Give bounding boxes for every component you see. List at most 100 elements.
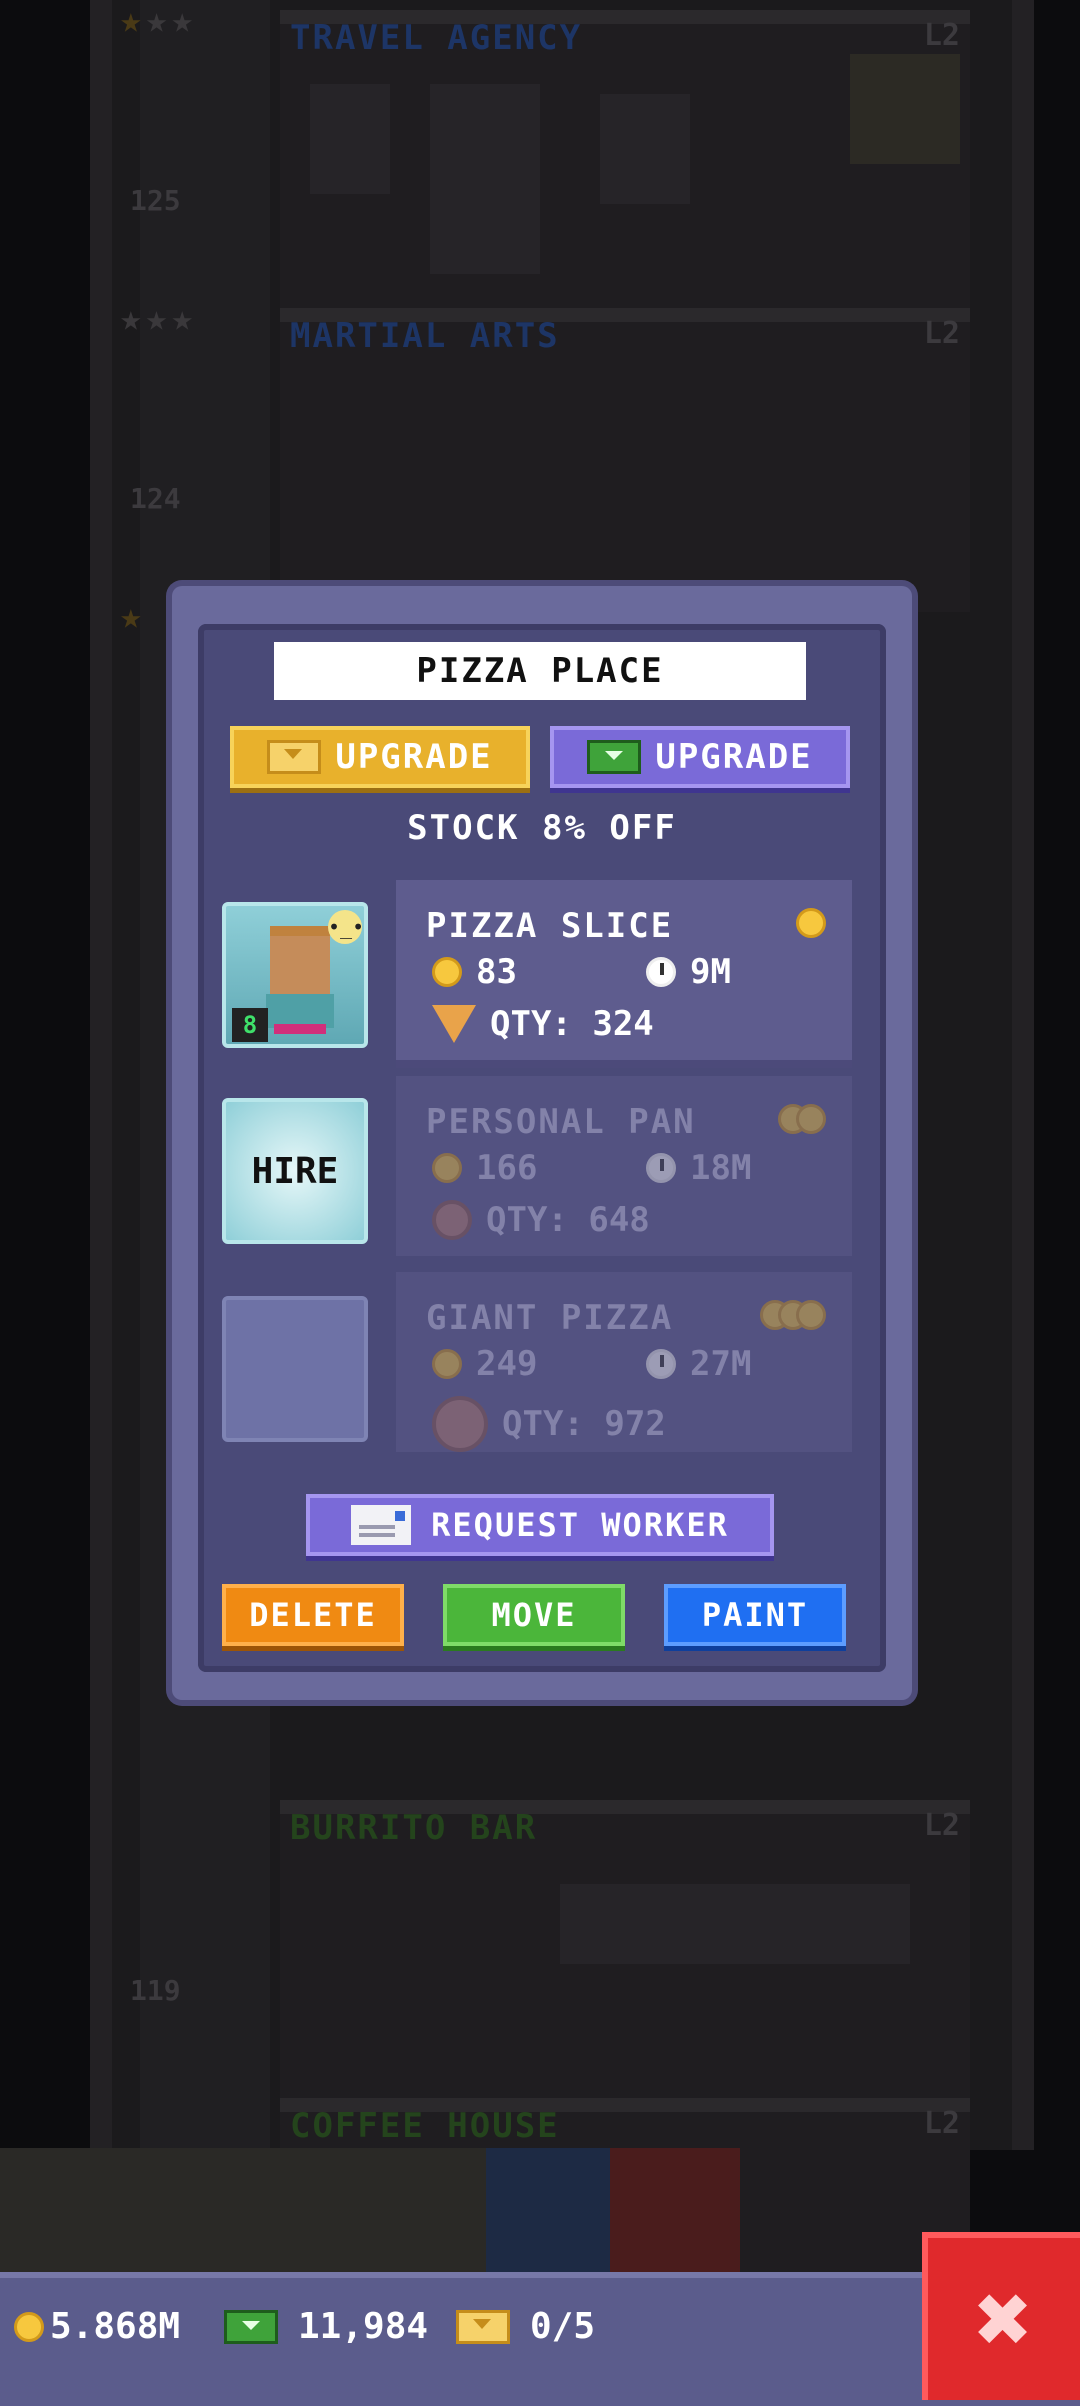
product-cost: 166 bbox=[432, 1148, 537, 1188]
product-cost: 249 bbox=[432, 1344, 537, 1384]
floor-stars: ★ bbox=[120, 596, 146, 637]
neutral-face-icon: •_• bbox=[328, 910, 364, 944]
paint-label: PAINT bbox=[701, 1596, 809, 1634]
coin-icon bbox=[14, 2311, 44, 2342]
currency-hud: 5.868M 11,984 0/5 bbox=[0, 2272, 1080, 2406]
coins-value: 5.868M bbox=[50, 2306, 181, 2347]
upgrade-coins-button[interactable]: UPGRADE bbox=[230, 726, 530, 788]
product-time-value: 18M bbox=[690, 1148, 752, 1188]
worker-slot-empty[interactable] bbox=[222, 1296, 368, 1442]
product-time-value: 9M bbox=[690, 952, 731, 992]
letter-icon bbox=[351, 1505, 412, 1545]
floor-burrito-bar: BURRITO BAR L2 119 bbox=[130, 1800, 970, 2104]
floor-name: MARTIAL ARTS bbox=[290, 316, 560, 356]
worker-slot-1[interactable]: •_• 8 bbox=[222, 902, 368, 1048]
coin-icon bbox=[796, 1104, 826, 1134]
clock-icon bbox=[646, 1153, 676, 1183]
golden-ticket-icon bbox=[456, 2309, 510, 2344]
coin-icon bbox=[796, 1300, 826, 1330]
product-cost: 83 bbox=[432, 952, 517, 992]
coin-icon bbox=[432, 1153, 462, 1183]
product-cost-value: 166 bbox=[476, 1148, 538, 1188]
floor-name: COFFEE HOUSE bbox=[290, 2106, 560, 2146]
worker-avatar-body bbox=[266, 994, 334, 1028]
coin-icon bbox=[432, 1349, 462, 1379]
floor-level: L2 bbox=[923, 2106, 960, 2141]
floor-stars: ★★★ bbox=[120, 298, 198, 339]
floor-decor bbox=[850, 54, 960, 164]
tickets-value: 0/5 bbox=[530, 2306, 596, 2347]
coin-icon bbox=[796, 908, 826, 938]
giant-pizza-icon bbox=[432, 1396, 488, 1452]
product-time: 9M bbox=[646, 952, 731, 992]
request-worker-button[interactable]: REQUEST WORKER bbox=[306, 1494, 774, 1556]
product-cost-value: 249 bbox=[476, 1344, 538, 1384]
floor-number: 125 bbox=[130, 184, 181, 217]
product-tier bbox=[760, 1300, 826, 1330]
worker-avatar-legs bbox=[274, 1024, 326, 1034]
close-icon: ✖ bbox=[975, 2263, 1033, 2375]
product-time: 27M bbox=[646, 1344, 751, 1384]
product-name: PIZZA SLICE bbox=[426, 906, 674, 946]
worker-avatar bbox=[270, 936, 330, 994]
hire-slot-button[interactable]: HIRE bbox=[222, 1098, 368, 1244]
toolbar-faded bbox=[486, 2148, 610, 2272]
hud-coins: 5.868M bbox=[14, 2306, 180, 2347]
hud-tickets: 0/5 bbox=[456, 2306, 595, 2347]
product-name: GIANT PIZZA bbox=[426, 1298, 674, 1338]
product-qty-value: QTY: 324 bbox=[490, 1004, 654, 1044]
paint-button[interactable]: PAINT bbox=[664, 1584, 846, 1646]
product-name: PERSONAL PAN bbox=[426, 1102, 696, 1142]
toolbar-faded bbox=[610, 2148, 740, 2272]
coin-icon bbox=[432, 957, 462, 987]
upgrade-bux-button[interactable]: UPGRADE bbox=[550, 726, 850, 788]
room-title: PIZZA PLACE bbox=[274, 642, 806, 700]
floor-decor bbox=[430, 84, 540, 274]
floor-decor bbox=[310, 84, 390, 194]
toolbar-faded bbox=[0, 2148, 486, 2272]
upgrade-coins-label: UPGRADE bbox=[335, 737, 493, 777]
hire-label: HIRE bbox=[251, 1150, 339, 1192]
clock-icon bbox=[646, 957, 676, 987]
floor-level: L2 bbox=[923, 316, 960, 351]
tower-bux-icon bbox=[587, 740, 642, 774]
floor-level: L2 bbox=[923, 18, 960, 53]
delete-button[interactable]: DELETE bbox=[222, 1584, 404, 1646]
floor-name: TRAVEL AGENCY bbox=[290, 18, 583, 58]
product-qty: QTY: 648 bbox=[432, 1200, 650, 1240]
stock-discount-text: STOCK 8% OFF bbox=[407, 808, 677, 848]
product-card-pizza-slice[interactable]: PIZZA SLICE 83 9M QTY: 324 bbox=[396, 880, 852, 1068]
product-qty-value: QTY: 972 bbox=[502, 1404, 666, 1444]
product-card-giant-pizza[interactable]: GIANT PIZZA 249 27M QTY: 972 bbox=[396, 1272, 852, 1460]
upgrade-bux-label: UPGRADE bbox=[655, 737, 813, 777]
pizza-slice-icon bbox=[432, 1005, 476, 1043]
product-tier bbox=[778, 1104, 826, 1134]
floor-decor bbox=[600, 94, 690, 204]
golden-ticket-icon bbox=[267, 740, 322, 774]
floor-decor bbox=[560, 1884, 910, 1964]
product-qty-value: QTY: 648 bbox=[486, 1200, 650, 1240]
product-time: 18M bbox=[646, 1148, 751, 1188]
close-button[interactable]: ✖ bbox=[922, 2232, 1080, 2400]
floor-stars: ★★★ bbox=[120, 0, 198, 41]
request-worker-label: REQUEST WORKER bbox=[431, 1506, 729, 1544]
worker-level-badge: 8 bbox=[232, 1008, 268, 1042]
floor-travel-agency: TRAVEL AGENCY L2 125 bbox=[130, 10, 970, 314]
move-button[interactable]: MOVE bbox=[443, 1584, 625, 1646]
floor-number: 119 bbox=[130, 1974, 181, 2007]
bux-value: 11,984 bbox=[298, 2306, 429, 2347]
move-label: MOVE bbox=[491, 1596, 577, 1634]
delete-label: DELETE bbox=[249, 1596, 377, 1634]
personal-pan-icon bbox=[432, 1200, 472, 1240]
floor-level: L2 bbox=[923, 1808, 960, 1843]
tower-bux-icon bbox=[224, 2309, 278, 2344]
product-qty: QTY: 972 bbox=[432, 1396, 666, 1452]
product-tier bbox=[796, 908, 826, 938]
floor-name: BURRITO BAR bbox=[290, 1808, 538, 1848]
product-time-value: 27M bbox=[690, 1344, 752, 1384]
product-cost-value: 83 bbox=[476, 952, 517, 992]
floor-number: 124 bbox=[130, 482, 181, 515]
product-card-personal-pan[interactable]: PERSONAL PAN 166 18M QTY: 648 bbox=[396, 1076, 852, 1264]
floor-martial-arts: MARTIAL ARTS L2 124 bbox=[130, 308, 970, 612]
hud-bux: 11,984 bbox=[224, 2306, 428, 2347]
